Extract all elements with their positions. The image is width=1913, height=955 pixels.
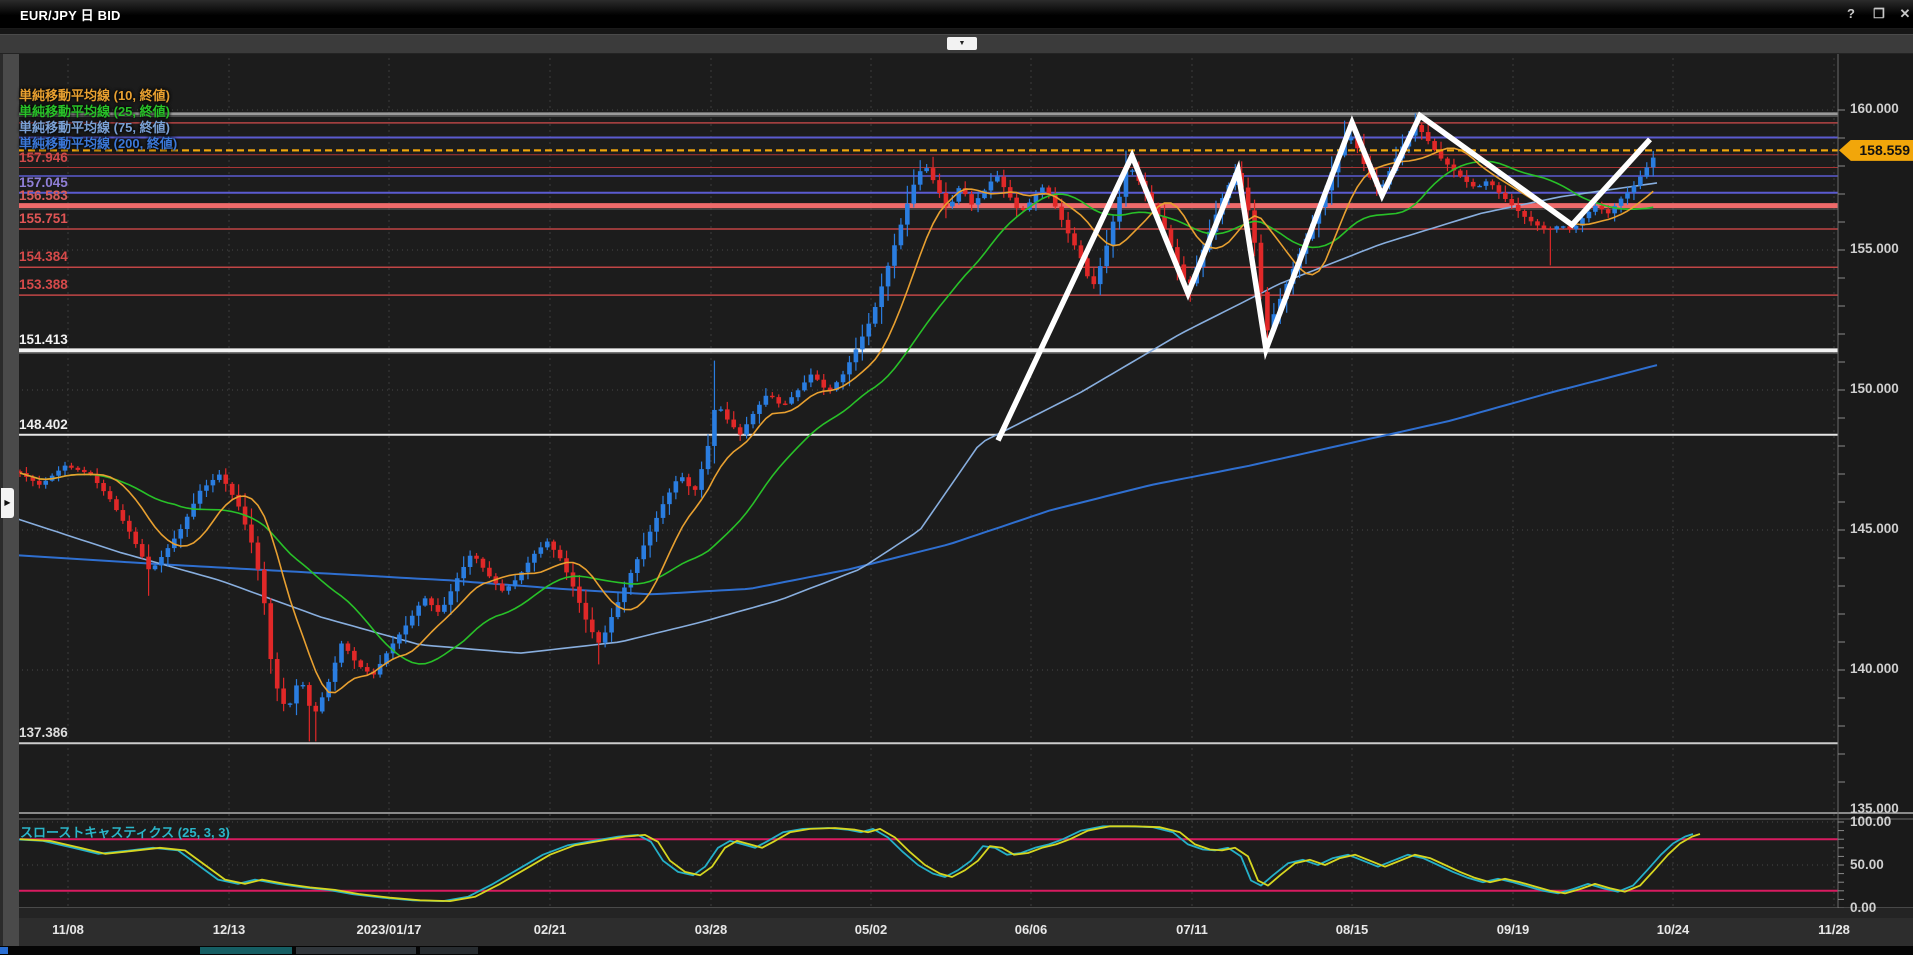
price-axis-label: 140.000 [1850, 661, 1899, 676]
toolbar-collapse-button[interactable]: ▼ [947, 37, 977, 50]
price-level-label: 157.946 [19, 149, 68, 165]
price-level-label: 148.402 [19, 416, 68, 432]
chart-window: EUR/JPY 日 BID ? ❐ ✕ ▼ ▶ 単純移動平均線 (10, 終値)… [0, 0, 1913, 955]
panel-expander-button[interactable]: ▶ [1, 488, 14, 518]
date-tick-label: 10/24 [1656, 922, 1690, 937]
price-axis-label: 155.000 [1850, 241, 1899, 256]
date-tick-label: 05/02 [854, 922, 888, 937]
price-axis-label: 145.000 [1850, 521, 1899, 536]
date-tick-label: 08/15 [1335, 922, 1369, 937]
current-price-badge: 158.559 [1839, 139, 1913, 161]
window-title: EUR/JPY 日 BID [20, 8, 121, 23]
price-level-label: 154.384 [19, 249, 68, 265]
price-level-label: 155.751 [19, 210, 68, 226]
taskbar-fragment [420, 947, 478, 954]
title-bar: EUR/JPY 日 BID ? ❐ ✕ [0, 0, 1913, 29]
date-tick-label: 09/19 [1496, 922, 1530, 937]
stoch-axis-label: 0.00 [1850, 900, 1877, 915]
taskbar-fragment [200, 947, 292, 954]
date-tick-label: 2023/01/17 [356, 922, 422, 937]
price-level-label: 156.583 [19, 187, 68, 203]
taskbar-fragment [0, 947, 8, 954]
date-tick-label: 11/08 [52, 922, 84, 937]
bottom-window-edge [0, 946, 1913, 955]
stoch-axis-label: 50.00 [1850, 857, 1884, 872]
date-tick-label: 11/28 [1818, 922, 1850, 937]
maximize-icon[interactable]: ❐ [1868, 4, 1890, 24]
date-tick-label: 03/28 [694, 922, 728, 937]
price-level-label: 153.388 [19, 277, 68, 293]
toolbar-strip: ▼ [0, 34, 1913, 54]
price-level-label: 151.413 [19, 332, 68, 348]
price-axis-label: 150.000 [1850, 381, 1899, 396]
date-tick-label: 07/11 [1176, 922, 1208, 937]
chevron-down-icon: ▼ [958, 40, 966, 47]
date-tick-label: 12/13 [212, 922, 246, 937]
date-tick-label: 02/21 [533, 922, 567, 937]
stoch-axis-label: 100.00 [1850, 814, 1892, 829]
time-axis-ticks[interactable] [0, 908, 1913, 918]
chevron-right-icon: ▶ [4, 498, 11, 507]
help-icon[interactable]: ? [1840, 4, 1862, 24]
chart-canvas[interactable] [0, 0, 1913, 955]
close-icon[interactable]: ✕ [1894, 4, 1913, 24]
time-axis[interactable] [0, 918, 1913, 946]
date-tick-label: 06/06 [1014, 922, 1048, 937]
price-axis-label: 160.000 [1850, 101, 1899, 116]
price-level-label: 137.386 [19, 725, 68, 741]
taskbar-fragment [296, 947, 416, 954]
